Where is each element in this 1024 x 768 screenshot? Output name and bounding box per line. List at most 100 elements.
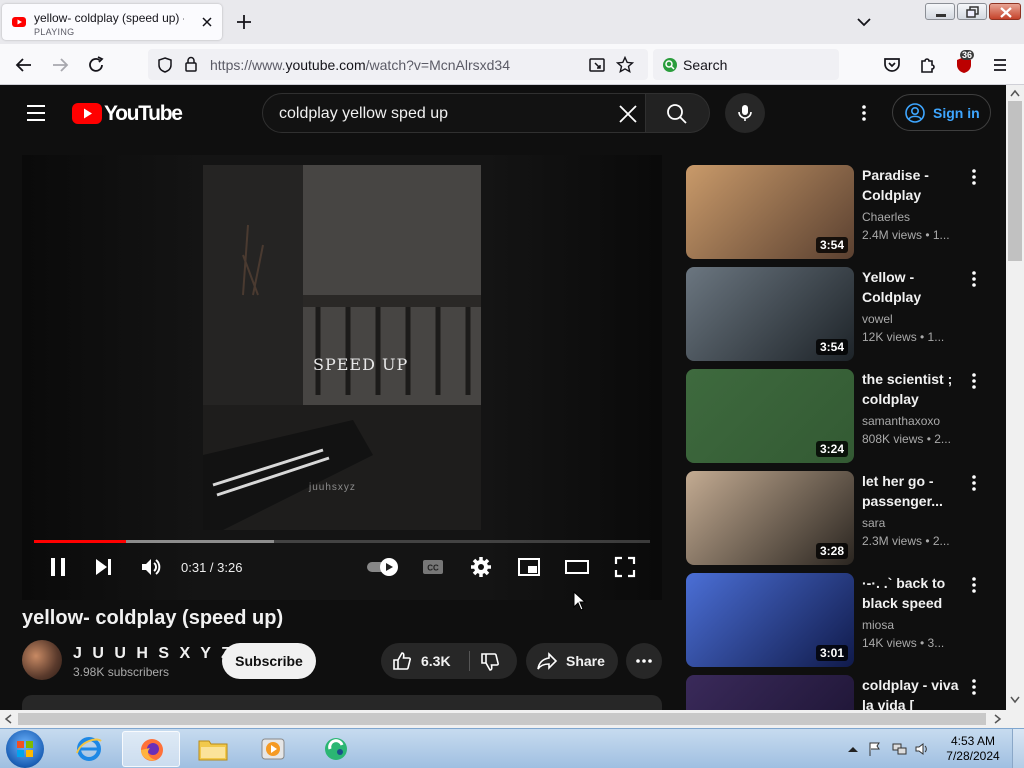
recommendation-thumbnail[interactable]: 3:54 [686, 165, 854, 259]
duration-badge: 3:54 [815, 237, 848, 253]
recommendation-card[interactable]: 3:01 ·-·. .` back to black speed u... mios… [686, 573, 996, 667]
action-menu-kebab-icon[interactable] [966, 575, 982, 595]
taskbar-internet-explorer[interactable] [60, 731, 118, 767]
recommendation-card[interactable]: 3:24 the scientist ; coldplay [spe... sama… [686, 369, 996, 463]
description-box[interactable] [22, 695, 662, 710]
share-button[interactable]: Share [526, 643, 618, 679]
youtube-logo-icon[interactable] [72, 101, 102, 125]
recommendation-card[interactable]: 3:54 Yellow - Coldplay (spe... vowel 12K vi… [686, 267, 996, 361]
like-thumb-icon[interactable] [391, 650, 413, 672]
taskbar-file-explorer[interactable] [184, 731, 242, 767]
speaker-volume-icon[interactable] [914, 741, 930, 757]
action-menu-kebab-icon[interactable] [966, 371, 982, 391]
list-tabs-chevron-icon[interactable] [854, 12, 874, 32]
action-menu-kebab-icon[interactable] [966, 473, 982, 493]
recommendation-title[interactable]: let her go - passenger... [862, 471, 962, 511]
guide-menu-icon[interactable] [24, 103, 48, 123]
youtube-search-input[interactable]: coldplay yellow sped up [262, 93, 646, 133]
miniplayer-icon[interactable] [517, 555, 541, 579]
tray-expand-icon[interactable] [845, 741, 861, 757]
recommendation-title[interactable]: coldplay - viva la vida [ sped... [862, 675, 962, 710]
picture-in-picture-icon[interactable] [588, 56, 606, 74]
window-close-button[interactable] [989, 3, 1021, 20]
theater-mode-icon[interactable] [565, 555, 589, 579]
show-desktop-button[interactable] [1012, 729, 1024, 768]
recommendation-card[interactable]: 3:54 Paradise - Coldplay (spe... Chaerles 2… [686, 165, 996, 259]
network-icon[interactable] [891, 741, 907, 757]
recommendation-channel[interactable]: miosa [862, 618, 894, 632]
window-minimize-button[interactable] [925, 3, 955, 20]
like-count[interactable]: 6.3K [421, 653, 451, 669]
reload-icon[interactable] [84, 53, 108, 77]
address-bar[interactable]: https://www.youtube.com/watch?v=McnAlrsx… [148, 49, 648, 80]
subscribe-button[interactable]: Subscribe [222, 643, 316, 679]
recommendation-thumbnail[interactable]: 3:54 [686, 267, 854, 361]
lock-icon[interactable] [182, 55, 200, 73]
captions-icon[interactable]: CC [421, 555, 445, 579]
recommendation-title[interactable]: Yellow - Coldplay (spe... [862, 267, 962, 307]
sign-in-button[interactable]: Sign in [892, 94, 991, 131]
video-player[interactable]: SPEED UP juuhsxyz 0:31 / 3:26 CC [22, 155, 662, 600]
progress-bar[interactable] [34, 540, 650, 543]
action-menu-kebab-icon[interactable] [966, 167, 982, 187]
pocket-icon[interactable] [880, 53, 904, 77]
recommendation-title[interactable]: ·-·. .` back to black speed u... [862, 573, 962, 613]
hamburger-menu-icon[interactable] [988, 53, 1012, 77]
scroll-down-arrow-icon[interactable] [1010, 696, 1020, 704]
autoplay-toggle-icon[interactable] [365, 555, 401, 579]
recommendation-title[interactable]: the scientist ; coldplay [spe... [862, 369, 962, 409]
recommendation-thumbnail[interactable]: 3:01 [686, 573, 854, 667]
recommendation-channel[interactable]: samanthaxoxo [862, 414, 940, 428]
pause-icon[interactable] [46, 555, 70, 579]
media-player-icon [261, 738, 285, 760]
action-menu-kebab-icon[interactable] [966, 269, 982, 289]
settings-gear-icon[interactable] [469, 555, 493, 579]
horizontal-scrollbar[interactable] [0, 710, 1006, 728]
recommendation-channel[interactable]: vowel [862, 312, 893, 326]
start-button[interactable] [6, 730, 44, 768]
clear-search-icon[interactable] [617, 103, 639, 125]
recommendation-title[interactable]: Paradise - Coldplay (spe... [862, 165, 962, 205]
horizontal-scroll-thumb[interactable] [18, 713, 986, 725]
recommendation-card[interactable]: 3:28 let her go - passenger... sara 2.3M vi… [686, 471, 996, 565]
shield-icon[interactable] [156, 56, 174, 74]
taskbar-firefox[interactable] [122, 731, 180, 767]
forward-arrow-icon[interactable] [48, 53, 72, 77]
channel-avatar[interactable] [22, 640, 62, 680]
bookmark-star-icon[interactable] [616, 56, 634, 74]
scroll-right-arrow-icon[interactable] [994, 714, 1002, 724]
recommendation-card[interactable]: coldplay - viva la vida [ sped... [686, 675, 996, 710]
taskbar-app-generic[interactable] [308, 731, 366, 767]
recommendation-channel[interactable]: sara [862, 516, 885, 530]
youtube-search-button[interactable] [646, 93, 710, 133]
taskbar-media-player[interactable] [244, 731, 302, 767]
video-frame[interactable]: SPEED UP juuhsxyz [203, 165, 481, 530]
fullscreen-icon[interactable] [613, 555, 637, 579]
tab-close-icon[interactable] [198, 13, 216, 31]
recommendation-channel[interactable]: Chaerles [862, 210, 910, 224]
extensions-puzzle-icon[interactable] [916, 53, 940, 77]
vertical-scroll-thumb[interactable] [1008, 101, 1022, 261]
taskbar-clock[interactable]: 4:53 AM 7/28/2024 [938, 734, 1008, 764]
search-icon [667, 104, 687, 124]
new-tab-icon[interactable] [234, 12, 254, 32]
recommendation-thumbnail[interactable]: 3:24 [686, 369, 854, 463]
vertical-scrollbar[interactable] [1006, 85, 1024, 710]
browser-search-box[interactable]: Search [653, 49, 839, 80]
voice-search-button[interactable] [725, 93, 765, 133]
recommendation-thumbnail[interactable]: 3:28 [686, 471, 854, 565]
settings-kebab-icon[interactable] [854, 103, 874, 123]
action-center-flag-icon[interactable] [867, 741, 883, 757]
browser-tab[interactable]: yellow- coldplay (speed up) - YouTube PL… [2, 4, 222, 40]
scroll-left-arrow-icon[interactable] [4, 714, 12, 724]
window-restore-button[interactable] [957, 3, 987, 20]
back-arrow-icon[interactable] [12, 53, 36, 77]
scroll-up-arrow-icon[interactable] [1010, 89, 1020, 97]
action-menu-kebab-icon[interactable] [966, 677, 982, 697]
recommendation-thumbnail[interactable] [686, 675, 854, 710]
volume-icon[interactable] [139, 555, 163, 579]
next-icon[interactable] [92, 555, 116, 579]
dislike-thumb-icon[interactable] [479, 651, 501, 673]
more-actions-button[interactable] [626, 643, 662, 679]
youtube-logo-text[interactable]: YouTube [104, 102, 183, 126]
